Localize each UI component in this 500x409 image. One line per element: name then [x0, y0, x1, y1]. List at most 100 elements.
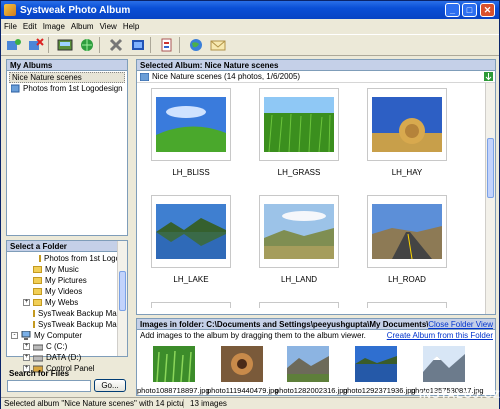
add-album-icon[interactable] — [5, 37, 23, 53]
photo-item[interactable] — [367, 302, 447, 308]
folder-thumb[interactable] — [221, 346, 263, 382]
photo-item[interactable]: LH_ROAD — [367, 195, 447, 284]
toolbar-separator — [150, 37, 151, 53]
toolbar-separator — [179, 37, 180, 53]
folder-panel: Select a Folder Photos from 1st Logo My … — [6, 240, 128, 373]
title-bar[interactable]: Systweak Photo Album _ □ ✕ — [1, 1, 499, 19]
album-item-nice-nature[interactable]: Nice Nature scenes — [9, 72, 125, 83]
folder-icon — [33, 288, 42, 295]
folder-header: Select a Folder — [7, 241, 127, 252]
menu-view[interactable]: View — [97, 22, 120, 31]
go-button[interactable]: Go... — [94, 379, 126, 392]
folder-thumb[interactable] — [423, 346, 465, 382]
photo-item[interactable] — [259, 302, 339, 308]
export-icon[interactable] — [129, 37, 147, 53]
download-arrow-icon[interactable] — [484, 72, 493, 81]
folder-item[interactable]: + My Webs — [7, 297, 117, 308]
remove-album-icon[interactable] — [27, 37, 45, 53]
minimize-button[interactable]: _ — [445, 3, 460, 17]
photo-road — [372, 204, 442, 259]
photo-item[interactable]: LH_LAKE — [151, 195, 231, 284]
folder-icon — [33, 321, 35, 328]
folder-item[interactable]: - My Computer — [7, 330, 117, 341]
photo-item[interactable] — [151, 302, 231, 308]
folder-item[interactable]: + C (C:) — [7, 341, 117, 352]
my-albums-header: My Albums — [7, 60, 127, 71]
folder-item[interactable]: My Videos — [7, 286, 117, 297]
photo-item[interactable]: LH_LAND — [259, 195, 339, 284]
delete-icon[interactable] — [107, 37, 125, 53]
album-viewer-header: Selected Album: Nice Nature scenes — [137, 60, 495, 71]
photo-grass — [264, 97, 334, 152]
expand-icon[interactable]: - — [11, 332, 18, 339]
menu-bar: File Edit Image Album View Help — [1, 19, 499, 33]
folder-images-header: Images in folder: C:\Documents and Setti… — [137, 319, 495, 330]
menu-file[interactable]: File — [1, 22, 20, 31]
album-item-label: Nice Nature scenes — [12, 73, 82, 82]
thumb-filename: photo1088718897.jpg — [137, 386, 210, 395]
folder-item[interactable]: SysTweak Backup Manag — [7, 308, 117, 319]
status-album: Selected album "Nice Nature scenes" with… — [4, 399, 183, 408]
app-window: Systweak Photo Album _ □ ✕ File Edit Ima… — [0, 0, 500, 409]
expand-icon[interactable]: + — [23, 354, 30, 361]
computer-icon — [21, 331, 31, 340]
folder-hint: Add images to the album by dragging them… — [140, 331, 366, 340]
photo-land — [264, 204, 334, 259]
thumb-filename: photo1292371936.jpg — [343, 386, 416, 395]
menu-album[interactable]: Album — [68, 22, 97, 31]
expand-icon[interactable]: + — [23, 343, 30, 350]
toolbar-separator — [48, 37, 49, 53]
photo-item[interactable]: LH_HAY — [367, 88, 447, 177]
folder-icon — [33, 310, 35, 317]
toolbar-separator — [99, 37, 100, 53]
album-viewer-panel: Selected Album: Nice Nature scenes Nice … — [136, 59, 496, 315]
drive-icon — [33, 344, 43, 350]
folder-scrollbar[interactable] — [117, 241, 127, 356]
globe-icon[interactable] — [187, 37, 205, 53]
folder-icon — [33, 277, 42, 284]
menu-edit[interactable]: Edit — [20, 22, 40, 31]
menu-image[interactable]: Image — [40, 22, 68, 31]
status-count: 13 images — [183, 399, 227, 408]
watermark: INSTALUJ.CZ — [419, 389, 500, 401]
create-album-link[interactable]: Create Album from this Folder — [386, 330, 493, 341]
folder-item[interactable]: My Pictures — [7, 275, 117, 286]
thumb-filename: photo1282002316.jpg — [275, 386, 348, 395]
toolbar — [1, 34, 499, 56]
folder-item[interactable]: My Music — [7, 264, 117, 275]
folder-thumb[interactable] — [355, 346, 397, 382]
album-icon — [11, 84, 20, 93]
photo-item[interactable]: LH_BLISS — [151, 88, 231, 177]
close-button[interactable]: ✕ — [480, 3, 495, 17]
web-icon[interactable] — [78, 37, 96, 53]
album-info-bar: Nice Nature scenes (14 photos, 1/6/2005) — [137, 71, 495, 83]
photo-bliss — [156, 97, 226, 152]
folder-item[interactable]: SysTweak Backup Manag — [7, 319, 117, 330]
expand-icon[interactable]: + — [23, 299, 30, 306]
folder-images-title: Images in folder: C:\Documents and Setti… — [140, 320, 467, 329]
photo-hay — [372, 97, 442, 152]
folder-icon — [33, 299, 42, 306]
photo-item[interactable]: LH_GRASS — [259, 88, 339, 177]
album-scrollbar[interactable] — [485, 83, 495, 314]
maximize-button[interactable]: □ — [462, 3, 477, 17]
search-input[interactable] — [7, 380, 91, 392]
email-icon[interactable] — [209, 37, 227, 53]
print-icon[interactable] — [158, 37, 176, 53]
thumb-filename: photo1119440479.jpg — [207, 386, 279, 395]
window-title: Systweak Photo Album — [20, 4, 131, 16]
album-subtitle: Nice Nature scenes (14 photos, 1/6/2005) — [152, 72, 301, 81]
folder-thumb[interactable] — [287, 346, 329, 382]
folder-hint-bar: Add images to the album by dragging them… — [137, 330, 495, 341]
album-item-photos-logodesign[interactable]: Photos from 1st Logodesign — [7, 83, 127, 94]
close-folder-view-link[interactable]: Close Folder View — [428, 319, 493, 329]
folder-thumb[interactable] — [153, 346, 195, 382]
folder-item[interactable]: Photos from 1st Logo — [7, 253, 117, 264]
my-albums-panel: My Albums Nice Nature scenes Photos from… — [6, 59, 128, 236]
slideshow-icon[interactable] — [56, 37, 74, 53]
menu-help[interactable]: Help — [120, 22, 142, 31]
folder-images-panel: Images in folder: C:\Documents and Setti… — [136, 318, 496, 396]
folder-item[interactable]: + DATA (D:) — [7, 352, 117, 363]
album-icon — [140, 72, 149, 81]
app-icon — [4, 4, 16, 16]
